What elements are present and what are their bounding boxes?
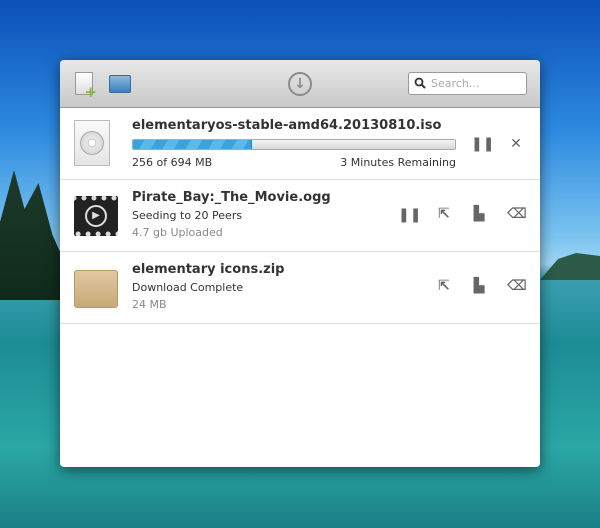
pause-button[interactable]: ❚❚: [471, 136, 494, 152]
search-input[interactable]: Search...: [408, 72, 527, 95]
detail-text: 4.7 gb Uploaded: [132, 226, 223, 239]
archive-icon: [74, 270, 118, 308]
open-folder-icon[interactable]: [109, 75, 131, 93]
download-icon[interactable]: ↓: [288, 72, 312, 96]
new-file-icon[interactable]: +: [75, 72, 97, 100]
pause-button[interactable]: ❚❚: [398, 207, 421, 223]
search-placeholder: Search...: [431, 77, 480, 90]
toolbar: + ↓ Search...: [60, 60, 540, 108]
search-icon: [414, 77, 426, 89]
progress-fill: [133, 140, 252, 149]
open-file-icon[interactable]: ⇱: [435, 278, 453, 294]
show-in-folder-icon[interactable]: ▙: [470, 206, 488, 222]
time-remaining: 3 Minutes Remaining: [340, 156, 456, 169]
downloads-window: + ↓ Search... elementaryos-stable-amd64.…: [60, 60, 540, 467]
remove-icon[interactable]: ⌫: [507, 206, 527, 222]
remove-icon[interactable]: ⌫: [507, 278, 527, 294]
video-icon: ▶: [74, 196, 118, 236]
progress-bar: [132, 139, 456, 150]
status-text: Seeding to 20 Peers: [132, 209, 243, 222]
progress-text: 256 of 694 MB: [132, 156, 213, 169]
open-file-icon[interactable]: ⇱: [435, 206, 453, 222]
file-name: elementary icons.zip: [132, 262, 285, 277]
file-name: Pirate_Bay:_The_Movie.ogg: [132, 190, 331, 205]
background-hill: [540, 253, 600, 280]
disc-icon: [74, 120, 110, 166]
cancel-button[interactable]: ✕: [507, 136, 525, 152]
download-row[interactable]: elementary icons.zip Download Complete 2…: [60, 252, 540, 324]
file-name: elementaryos-stable-amd64.20130810.iso: [132, 118, 442, 133]
download-row[interactable]: ▶ Pirate_Bay:_The_Movie.ogg Seeding to 2…: [60, 180, 540, 252]
status-text: Download Complete: [132, 281, 244, 294]
show-in-folder-icon[interactable]: ▙: [470, 278, 488, 294]
detail-text: 24 MB: [132, 298, 167, 311]
